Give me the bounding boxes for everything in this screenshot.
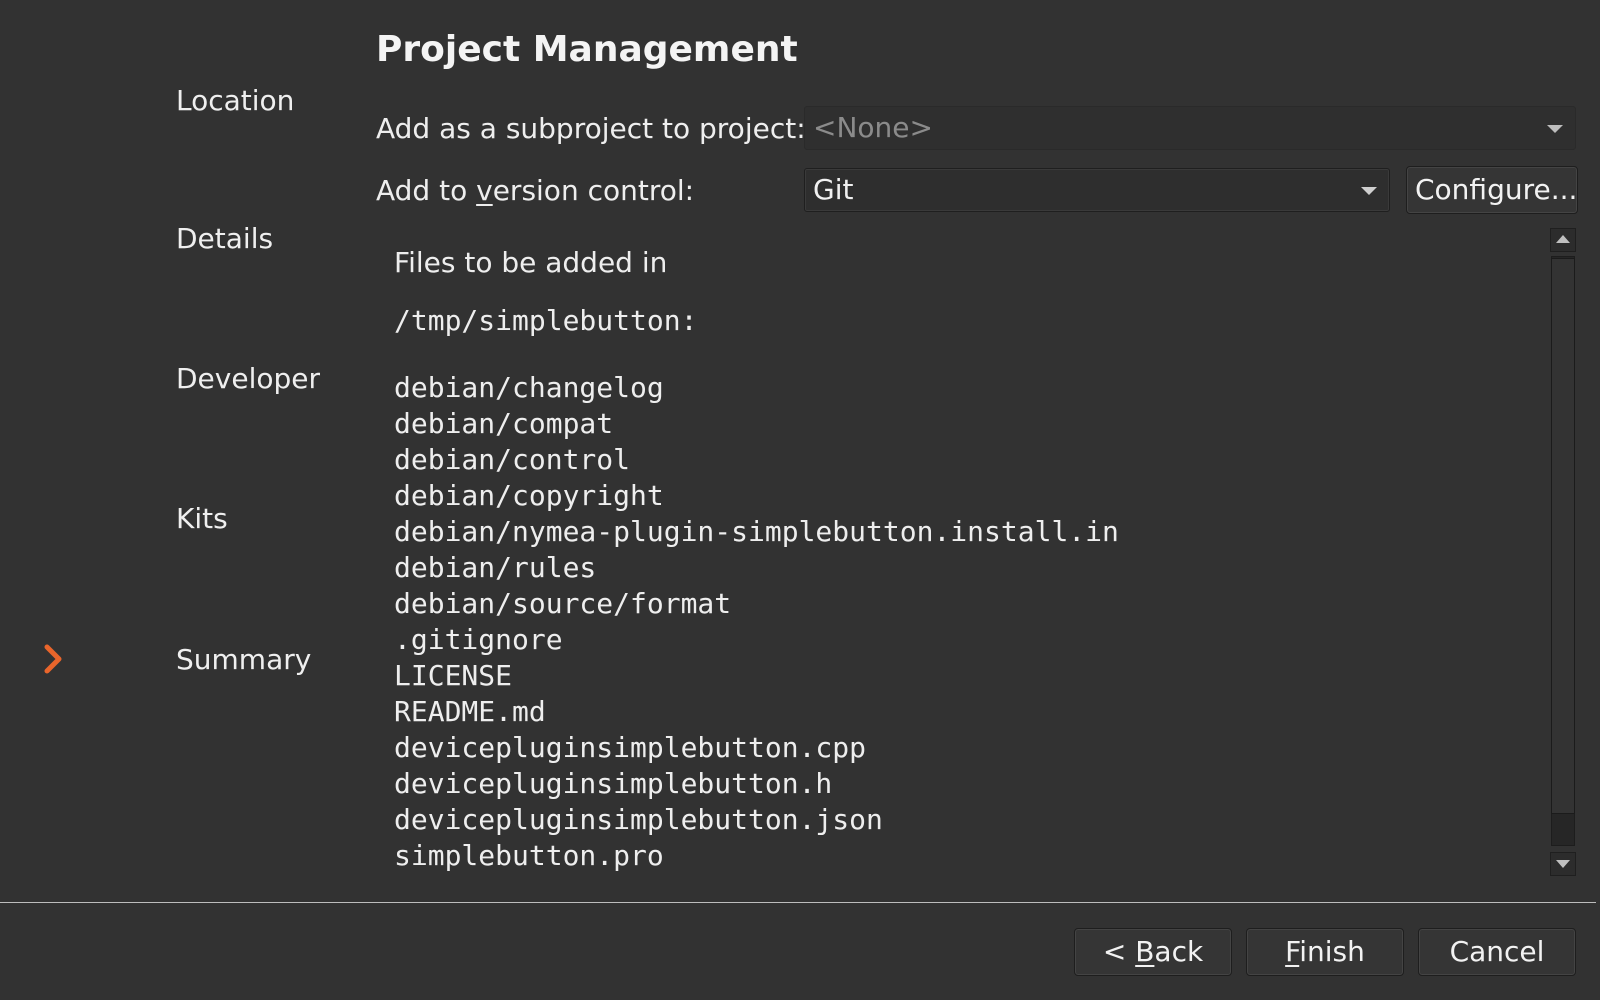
version-control-combo-value: Git	[813, 173, 854, 206]
chevron-down-icon	[1361, 187, 1377, 195]
wizard-window: Location Details Developer Kits Summary …	[0, 0, 1600, 1000]
arrow-up-icon	[1556, 235, 1570, 243]
back-button-post: ack	[1154, 935, 1204, 968]
file-list-item: LICENSE	[394, 659, 513, 692]
file-list-item: debian/changelog	[394, 371, 664, 404]
version-control-label-post: ersion control:	[492, 174, 695, 207]
subproject-label: Add as a subproject to project:	[376, 112, 806, 145]
file-list-item: debian/control	[394, 443, 631, 476]
file-list-item: README.md	[394, 695, 546, 728]
scroll-down-button[interactable]	[1550, 852, 1576, 876]
scroll-handle[interactable]	[1551, 258, 1575, 814]
file-list-item: devicepluginsimplebutton.h	[394, 767, 833, 800]
current-step-arrow-icon	[44, 644, 62, 674]
subproject-combo[interactable]: <None>	[804, 106, 1576, 150]
file-list-item: simplebutton.pro	[394, 839, 664, 872]
version-control-combo[interactable]: Git	[804, 168, 1390, 212]
file-list-item: debian/source/format	[394, 587, 732, 620]
finish-button-post: inish	[1299, 935, 1365, 968]
subproject-combo-value: <None>	[813, 111, 933, 144]
file-list-item: debian/nymea-plugin-simplebutton.install…	[394, 515, 1119, 548]
button-area-divider	[0, 902, 1596, 903]
files-path: /tmp/simplebutton:	[394, 304, 698, 337]
arrow-down-icon	[1556, 860, 1570, 868]
file-list: debian/changelog debian/compat debian/cont…	[394, 370, 1119, 874]
cancel-button[interactable]: Cancel	[1418, 928, 1576, 976]
file-list-item: debian/compat	[394, 407, 614, 440]
version-control-label: Add to version control:	[376, 174, 694, 208]
back-button-mnemonic: B	[1135, 935, 1155, 968]
step-location: Location	[176, 84, 295, 117]
summary-scrollbar[interactable]	[1550, 228, 1580, 880]
back-button-pre: <	[1102, 935, 1136, 968]
step-summary: Summary	[176, 643, 312, 676]
step-details: Details	[176, 222, 274, 255]
summary-text-area[interactable]: Files to be added in /tmp/simplebutton: …	[376, 224, 1546, 880]
back-button[interactable]: < Back	[1074, 928, 1232, 976]
finish-button-mnemonic: F	[1285, 935, 1300, 968]
version-control-label-pre: Add to	[376, 174, 477, 207]
version-control-label-mnemonic: v	[476, 174, 493, 207]
step-developer: Developer	[176, 362, 321, 395]
chevron-down-icon	[1547, 125, 1563, 133]
scroll-up-button[interactable]	[1550, 228, 1576, 252]
file-list-item: debian/rules	[394, 551, 597, 584]
file-list-item: devicepluginsimplebutton.json	[394, 803, 883, 836]
file-list-item: debian/copyright	[394, 479, 664, 512]
configure-button[interactable]: Configure...	[1406, 166, 1578, 214]
file-list-item: devicepluginsimplebutton.cpp	[394, 731, 867, 764]
page-title: Project Management	[376, 29, 798, 70]
files-heading: Files to be added in	[394, 246, 668, 279]
step-kits: Kits	[176, 502, 228, 535]
finish-button[interactable]: Finish	[1246, 928, 1404, 976]
file-list-item: .gitignore	[394, 623, 563, 656]
